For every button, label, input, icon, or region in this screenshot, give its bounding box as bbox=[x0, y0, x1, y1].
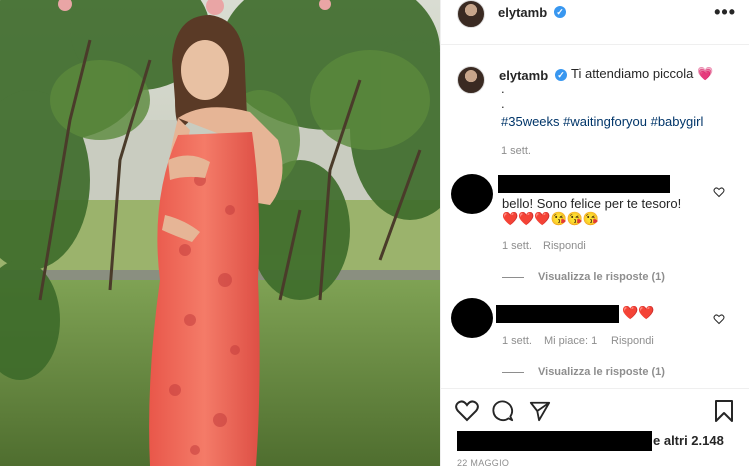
redacted-username bbox=[496, 305, 619, 323]
reply-line bbox=[502, 371, 524, 373]
reply-button[interactable]: Rispondi bbox=[611, 335, 654, 347]
comment-text: ❤️❤️ bbox=[622, 305, 655, 320]
comment-time[interactable]: 1 sett. bbox=[502, 335, 532, 347]
like-comment-heart-icon[interactable] bbox=[713, 186, 725, 198]
actions-divider bbox=[441, 388, 749, 389]
view-replies-label: Visualizza le risposte (1) bbox=[538, 366, 665, 378]
caption-time[interactable]: 1 sett. bbox=[501, 145, 531, 157]
comment-avatar[interactable] bbox=[451, 174, 493, 214]
view-replies-label: Visualizza le risposte (1) bbox=[538, 271, 665, 283]
caption-verified-icon: ✓ bbox=[555, 69, 567, 81]
caption-avatar[interactable] bbox=[457, 66, 485, 94]
caption-username[interactable]: elytamb bbox=[499, 68, 548, 83]
redacted-liker bbox=[457, 431, 652, 451]
save-bookmark-icon[interactable] bbox=[714, 400, 734, 422]
header-divider bbox=[441, 44, 749, 45]
view-replies-button[interactable]: Visualizza le risposte (1) bbox=[502, 366, 665, 378]
comment-bubble-icon[interactable] bbox=[491, 400, 515, 422]
author-username[interactable]: elytamb bbox=[498, 5, 547, 20]
caption-hashtags[interactable]: #35weeks #waitingforyou #babygirl bbox=[501, 113, 703, 131]
share-send-icon[interactable] bbox=[528, 400, 552, 422]
post-actions bbox=[441, 396, 749, 428]
more-options-icon[interactable]: ••• bbox=[714, 2, 736, 23]
post-sidebar: elytamb ✓ ••• elytamb ✓ Ti attendiamo pi… bbox=[440, 0, 749, 466]
comment-time[interactable]: 1 sett. bbox=[502, 240, 532, 252]
author-avatar[interactable] bbox=[457, 0, 485, 28]
post-header: elytamb ✓ ••• bbox=[441, 0, 749, 44]
post-photo[interactable] bbox=[0, 0, 440, 466]
reply-button[interactable]: Rispondi bbox=[543, 240, 586, 252]
redacted-username bbox=[498, 175, 670, 193]
like-heart-icon[interactable] bbox=[455, 400, 479, 422]
reply-line bbox=[502, 276, 524, 278]
post-date[interactable]: 22 MAGGIO bbox=[457, 458, 509, 466]
caption-dot: . bbox=[501, 96, 505, 111]
comment-likes[interactable]: Mi piace: 1 bbox=[544, 335, 597, 347]
likes-count[interactable]: e altri 2.148 bbox=[653, 433, 724, 448]
comment-avatar[interactable] bbox=[451, 298, 493, 338]
verified-badge-icon: ✓ bbox=[554, 6, 566, 18]
caption-text: Ti attendiamo piccola 💗 bbox=[571, 66, 714, 81]
view-replies-button[interactable]: Visualizza le risposte (1) bbox=[502, 271, 665, 283]
like-comment-heart-icon[interactable] bbox=[713, 313, 725, 325]
comment-emojis: ❤️❤️❤️😘😘😘 bbox=[502, 211, 600, 226]
